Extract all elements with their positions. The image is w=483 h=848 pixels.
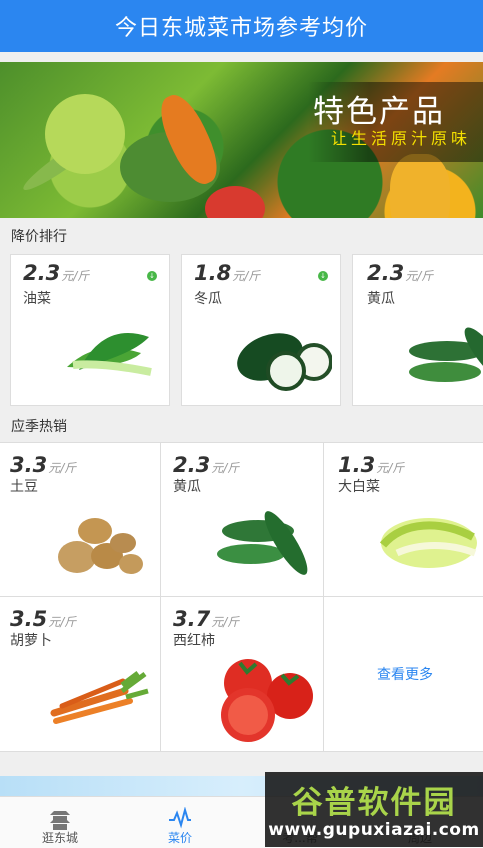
corn-graphic xyxy=(390,154,450,218)
product-name: 油菜 xyxy=(23,291,51,307)
price-label: 1.3元/斤 xyxy=(338,453,404,477)
carrot-image xyxy=(50,671,149,724)
watermark-url: www.gupuxiazai.com xyxy=(268,820,480,840)
cucumber-image xyxy=(217,511,308,575)
price-label: 1.8元/斤 xyxy=(194,261,260,285)
product-name: 西红柿 xyxy=(173,633,215,649)
price-label: 3.7元/斤 xyxy=(173,607,239,631)
tab-prices[interactable]: 菜价 xyxy=(120,797,240,848)
view-more-link[interactable]: 查看更多 xyxy=(377,664,433,684)
price-value: 3.5 xyxy=(10,607,48,631)
drop-card-huanggua[interactable]: 2.3元/斤 黄瓜 xyxy=(352,254,483,406)
page-header: 今日东城菜市场参考均价 xyxy=(0,0,483,52)
bok-choy-image xyxy=(67,333,152,376)
price-label: 2.3元/斤 xyxy=(367,261,433,285)
product-name: 胡萝卜 xyxy=(10,633,52,649)
price-value: 2.3 xyxy=(173,453,211,477)
season-card-huanggua[interactable]: 2.3元/斤 黄瓜 xyxy=(161,442,324,597)
price-unit: 元/斤 xyxy=(376,461,405,475)
price-unit: 元/斤 xyxy=(211,615,240,629)
price-label: 3.3元/斤 xyxy=(10,453,76,477)
price-value: 2.3 xyxy=(23,261,61,285)
product-name: 冬瓜 xyxy=(194,291,222,307)
watermark-overlay: 谷普软件园 www.gupuxiazai.com xyxy=(265,772,483,847)
price-down-icon: ↓ xyxy=(147,271,157,281)
cucumber-image xyxy=(409,327,483,383)
watermark-brand: 谷普软件园 xyxy=(291,785,457,821)
price-label: 3.5元/斤 xyxy=(10,607,76,631)
season-card-tudou[interactable]: 3.3元/斤 土豆 xyxy=(0,442,161,597)
drop-card-youcai[interactable]: 2.3元/斤 ↓ 油菜 xyxy=(10,254,170,406)
season-card-xihongshi[interactable]: 3.7元/斤 西红柿 xyxy=(161,597,324,752)
product-name: 大白菜 xyxy=(338,479,380,495)
price-unit: 元/斤 xyxy=(48,615,77,629)
drop-card-dongua[interactable]: 1.8元/斤 ↓ 冬瓜 xyxy=(181,254,341,406)
price-unit: 元/斤 xyxy=(61,269,90,283)
product-name: 土豆 xyxy=(10,479,38,495)
price-unit: 元/斤 xyxy=(211,461,240,475)
price-value: 2.3 xyxy=(367,261,405,285)
price-unit: 元/斤 xyxy=(405,269,434,283)
price-drop-carousel[interactable]: 2.3元/斤 ↓ 油菜 1.8元/斤 ↓ 冬瓜 2.3元/斤 黄瓜 xyxy=(0,246,483,410)
price-value: 1.3 xyxy=(338,453,376,477)
price-label: 2.3元/斤 xyxy=(23,261,89,285)
price-value: 3.3 xyxy=(10,453,48,477)
tab-label: 逛东城 xyxy=(41,831,78,845)
price-unit: 元/斤 xyxy=(232,269,261,283)
season-card-dabaicai[interactable]: 1.3元/斤 大白菜 xyxy=(324,442,483,597)
banner-subtitle: 让生活原汁原味 xyxy=(330,129,471,148)
temple-icon xyxy=(50,811,70,830)
price-value: 1.8 xyxy=(194,261,232,285)
cabbage-graphic xyxy=(45,94,125,174)
tomato-graphic xyxy=(205,186,265,218)
product-name: 黄瓜 xyxy=(173,479,201,495)
tomato-image xyxy=(221,659,313,742)
seasonal-section-title: 应季热销 xyxy=(11,419,67,435)
season-card-huluobo[interactable]: 3.5元/斤 胡萝卜 xyxy=(0,597,161,752)
winter-melon-image xyxy=(237,333,332,391)
potato-image xyxy=(58,518,143,574)
price-label: 2.3元/斤 xyxy=(173,453,239,477)
pulse-icon xyxy=(169,807,191,829)
price-value: 3.7 xyxy=(173,607,211,631)
tab-home[interactable]: 逛东城 xyxy=(0,797,120,848)
price-down-icon: ↓ xyxy=(318,271,328,281)
featured-banner[interactable]: 特色产品 让生活原汁原味 xyxy=(0,62,483,218)
chinese-cabbage-image xyxy=(379,518,477,568)
product-name: 黄瓜 xyxy=(367,291,395,307)
price-unit: 元/斤 xyxy=(48,461,77,475)
tab-label: 菜价 xyxy=(167,831,192,845)
page-title: 今日东城菜市场参考均价 xyxy=(114,16,368,41)
price-drop-section-title: 降价排行 xyxy=(11,229,67,245)
